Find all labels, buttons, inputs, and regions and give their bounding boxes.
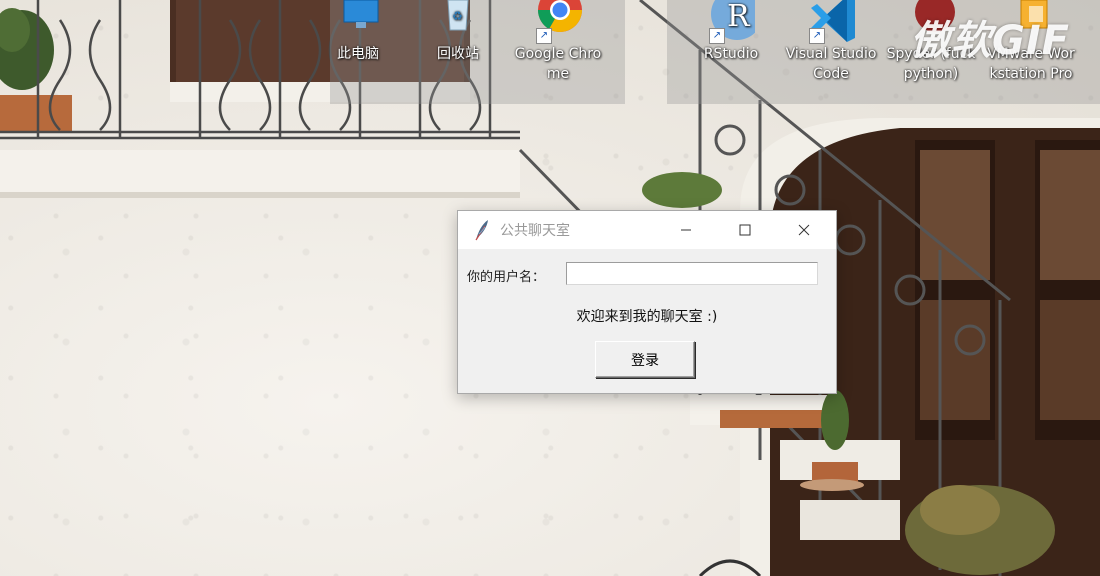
username-label: 你的用户名： <box>467 270 546 285</box>
ledge-shadow <box>0 192 520 198</box>
computer-icon <box>334 0 382 44</box>
maximize-button[interactable] <box>716 211 774 249</box>
desktop-icon-label: 回收站 <box>437 46 479 62</box>
recorder-watermark: 傲软GIF <box>909 18 1070 64</box>
desktop-icon-label: Visual Studio Code <box>785 46 877 82</box>
chrome-icon: ↗ <box>534 0 582 44</box>
username-input[interactable] <box>566 262 818 285</box>
desktop-icon-label: RStudio <box>703 46 759 62</box>
window-titlebar[interactable]: 公共聊天室 <box>458 211 836 249</box>
desktop-icon-label: Google Chrome <box>514 46 602 82</box>
desktop-icon-vscode[interactable]: ↗ Visual Studio Code <box>784 0 878 84</box>
login-button[interactable]: 登录 <box>595 341 695 378</box>
close-button[interactable] <box>775 211 833 249</box>
tk-feather-icon <box>475 220 488 241</box>
recycle-bin-icon: ♻ <box>434 0 482 44</box>
vscode-icon: ↗ <box>807 0 855 44</box>
svg-text:♻: ♻ <box>452 9 463 23</box>
welcome-message: 欢迎来到我的聊天室 :) <box>576 309 718 325</box>
rstudio-icon: R ↗ <box>707 0 763 44</box>
minimize-icon <box>681 229 691 231</box>
shortcut-arrow-icon: ↗ <box>709 28 725 44</box>
desktop-icon-google-chrome[interactable]: ↗ Google Chrome <box>511 0 605 84</box>
stone-ledge <box>0 150 520 195</box>
shortcut-arrow-icon: ↗ <box>536 28 552 44</box>
svg-text:R: R <box>727 0 751 34</box>
window-body: 你的用户名： 欢迎来到我的聊天室 :) 登录 <box>458 249 836 392</box>
chat-login-window: 公共聊天室 你的用户名： 欢迎来到我的聊天室 :) 登录 <box>457 210 837 394</box>
left-plant <box>0 8 72 133</box>
minimize-button[interactable] <box>657 211 715 249</box>
desktop-icon-this-pc[interactable]: 此电脑 <box>311 0 405 64</box>
window-title: 公共聊天室 <box>500 223 570 239</box>
desktop-icon-rstudio[interactable]: R ↗ RStudio <box>684 0 778 64</box>
maximize-icon <box>739 224 751 236</box>
close-icon <box>798 224 810 236</box>
desktop-icon-label: 此电脑 <box>337 46 379 62</box>
shortcut-arrow-icon: ↗ <box>809 28 825 44</box>
desktop-icon-recycle-bin[interactable]: ♻ 回收站 <box>411 0 505 64</box>
